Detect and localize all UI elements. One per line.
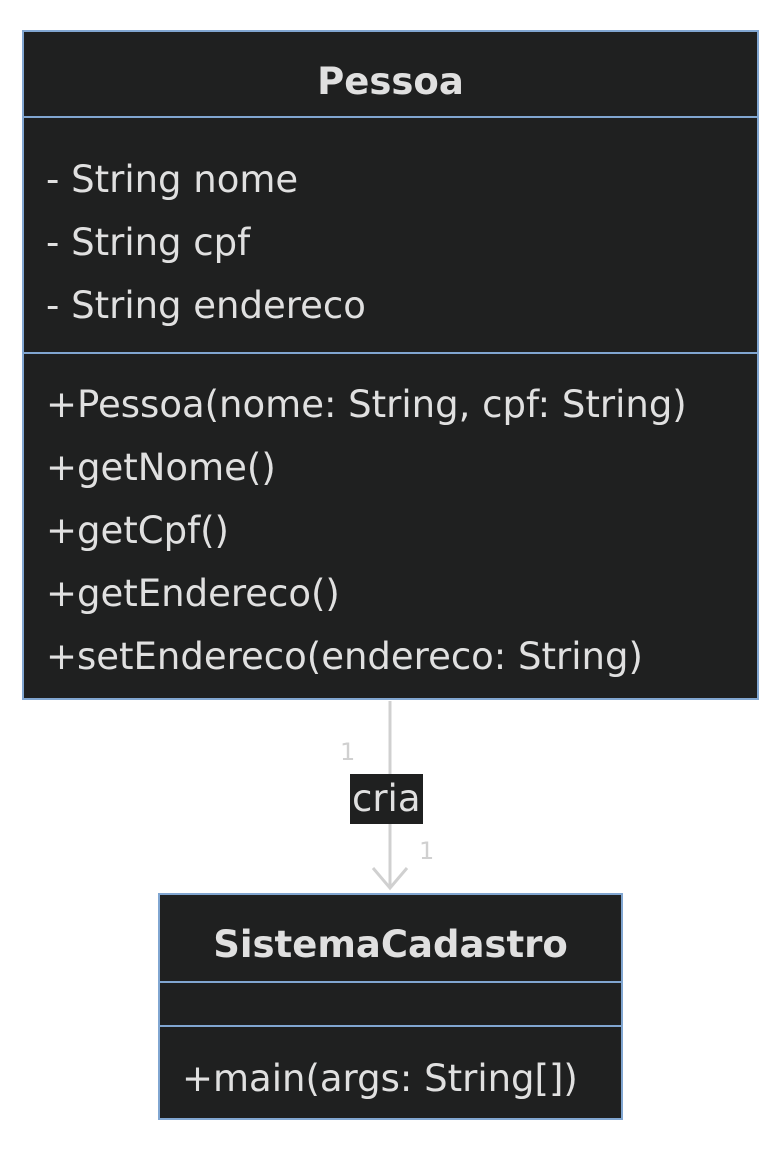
header-divider [160,981,621,983]
class-diagram: Pessoa - String nome - String cpf - Stri… [0,0,781,1151]
class-sistemacadastro[interactable]: SistemaCadastro +main(args: String[]) [158,893,623,1120]
source-multiplicity: 1 [340,738,356,766]
attributes-divider [160,1025,621,1027]
relation-label: cria [350,774,423,824]
method-list: +main(args: String[]) [182,1047,578,1110]
class-name: SistemaCadastro [213,923,568,966]
method: +main(args: String[]) [182,1057,578,1100]
target-multiplicity: 1 [419,837,435,865]
